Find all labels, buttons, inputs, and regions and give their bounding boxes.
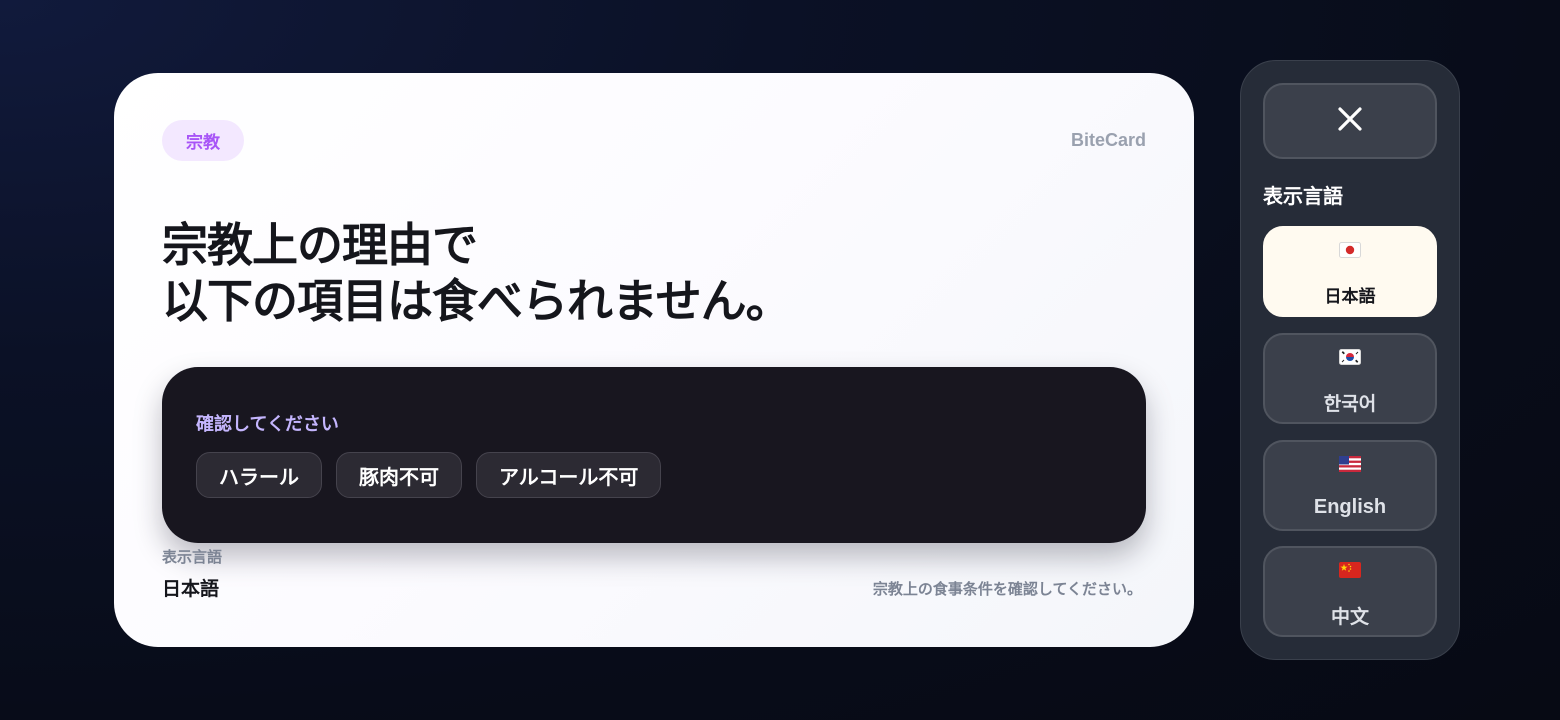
flag-japan-icon <box>1339 242 1361 258</box>
panel-title: 表示言語 <box>1263 184 1343 208</box>
language-option-japanese[interactable]: 日本語 <box>1263 226 1437 317</box>
flag-china-icon <box>1339 562 1361 578</box>
restriction-chips: ハラール 豚肉不可 アルコール不可 <box>196 452 662 498</box>
restriction-chip: 豚肉不可 <box>336 452 462 498</box>
language-option-label: English <box>1313 496 1387 518</box>
flag-usa-icon <box>1339 456 1361 472</box>
close-icon <box>1338 107 1362 135</box>
language-value: 日本語 <box>162 578 220 600</box>
restriction-chip: アルコール不可 <box>476 452 662 498</box>
allergy-card: 宗教 BiteCard 宗教上の理由で 以下の項目は食べられません。 確認してく… <box>114 73 1194 647</box>
restriction-box: 確認してください ハラール 豚肉不可 アルコール不可 <box>162 367 1146 543</box>
language-panel: 表示言語 日本語 한국어 English 中文 <box>1240 60 1460 660</box>
page-title: 宗教上の理由で 以下の項目は食べられません。 <box>162 217 792 329</box>
footnote: 宗教上の食事条件を確認してください。 <box>872 580 1142 598</box>
language-option-chinese[interactable]: 中文 <box>1263 546 1437 637</box>
flag-korea-icon <box>1339 349 1361 365</box>
headline-line-2: 以下の項目は食べられません。 <box>162 274 792 328</box>
language-option-label: 한국어 <box>1323 393 1377 415</box>
language-caption: 表示言語 <box>162 548 223 566</box>
close-button[interactable] <box>1263 83 1437 159</box>
headline-line-1: 宗教上の理由で <box>162 218 478 272</box>
language-option-label: 中文 <box>1330 606 1369 628</box>
restriction-chip: ハラール <box>196 452 322 498</box>
language-option-label: 日本語 <box>1324 287 1376 307</box>
language-option-korean[interactable]: 한국어 <box>1263 333 1437 424</box>
language-option-english[interactable]: English <box>1263 440 1437 531</box>
brand-logo-text: BiteCard <box>1070 130 1146 150</box>
category-badge: 宗教 <box>162 120 244 161</box>
confirm-label: 確認してください <box>196 414 339 435</box>
